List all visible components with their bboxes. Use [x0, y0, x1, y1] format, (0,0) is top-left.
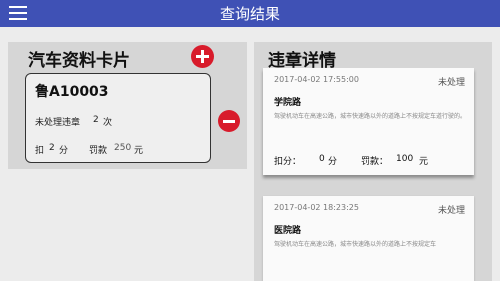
- score-value: 0: [319, 154, 325, 164]
- amount-label: 罚款：: [361, 157, 389, 167]
- violation-description: 驾驶机动车在高速公路，城市快速路以外的道路上不按规定车: [274, 241, 437, 248]
- plate-number: 鲁A10003: [35, 84, 109, 100]
- violation-time: 2017-04-02 18:23:25: [274, 203, 359, 212]
- top-app-bar: 查询结果: [0, 0, 500, 27]
- violation-time: 2017-04-02 17:55:00: [274, 75, 359, 84]
- deduct-value: 2: [49, 143, 55, 153]
- fine-label: 罚款: [89, 146, 108, 156]
- amount-unit: 元: [419, 157, 429, 167]
- violation-card[interactable]: 2017-04-02 18:23:25 未处理 医院路 驾驶机动车在高速公路，城…: [263, 196, 474, 281]
- fine-value: 250: [114, 143, 132, 153]
- violation-card[interactable]: 2017-04-02 17:55:00 未处理 学院路 驾驶机动车在高速公路，城…: [263, 68, 474, 175]
- plus-circle-icon[interactable]: [191, 45, 214, 68]
- violation-status: 未处理: [437, 78, 465, 88]
- violation-road: 医院路: [274, 226, 302, 236]
- violation-status: 未处理: [437, 206, 465, 216]
- deduct-unit: 分: [59, 146, 69, 156]
- unhandled-label: 未处理违章: [35, 118, 81, 128]
- unhandled-count: 2: [93, 115, 99, 125]
- deduct-label: 扣: [35, 146, 45, 156]
- unhandled-unit: 次: [103, 118, 113, 128]
- minus-circle-icon[interactable]: [218, 110, 240, 132]
- vehicle-panel-title: 汽车资料卡片: [28, 51, 130, 71]
- violation-road: 学院路: [274, 98, 302, 108]
- fine-unit: 元: [134, 146, 144, 156]
- score-label: 扣分：: [274, 157, 302, 167]
- score-unit: 分: [328, 157, 338, 167]
- violation-description: 驾驶机动车在高速公路，城市快速路以外的道路上不按规定车道行驶的。: [274, 113, 467, 120]
- amount-value: 100: [396, 154, 414, 164]
- page-title: 查询结果: [219, 5, 280, 23]
